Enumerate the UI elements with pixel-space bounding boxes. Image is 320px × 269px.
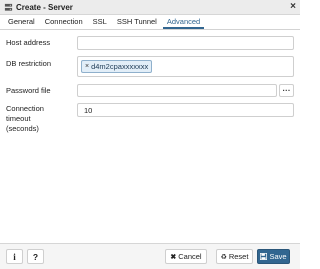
db-restriction-field[interactable]: × d4m2cpaxxxxxxx: [77, 56, 294, 77]
reset-button-label: Reset: [228, 252, 249, 261]
connection-timeout-label-line-2: timeout: [6, 114, 31, 123]
save-icon: [260, 253, 268, 260]
db-restriction-tag: × d4m2cpaxxxxxxx: [81, 60, 153, 73]
tab-general[interactable]: General: [4, 17, 39, 29]
db-restriction-tag-label: d4m2cpaxxxxxxx: [91, 62, 149, 71]
password-file-input[interactable]: [78, 85, 276, 96]
reset-button[interactable]: ♻ Reset: [216, 249, 253, 264]
password-file-label: Password file: [6, 86, 51, 95]
help-button[interactable]: ?: [27, 249, 44, 264]
close-icon: ✖: [170, 253, 177, 261]
db-restriction-label: DB restriction: [6, 59, 52, 68]
save-button-label: Save: [269, 252, 287, 261]
tab-ssh-tunnel[interactable]: SSH Tunnel: [113, 17, 161, 29]
connection-timeout-label-line-3: (seconds): [6, 124, 39, 133]
host-address-label: Host address: [6, 38, 51, 47]
connection-timeout-label-line-1: Connection: [6, 104, 44, 113]
tab-connection[interactable]: Connection: [41, 17, 87, 29]
connection-timeout-input[interactable]: [78, 104, 293, 116]
remove-tag-icon[interactable]: ×: [85, 63, 89, 70]
browse-file-button[interactable]: ···: [279, 84, 294, 97]
host-address-field: [77, 36, 294, 50]
reset-icon: ♻: [220, 253, 227, 261]
save-button[interactable]: Save: [257, 249, 290, 264]
info-icon: i: [13, 251, 16, 262]
host-address-input[interactable]: [78, 37, 293, 49]
close-dialog-button[interactable]: ×: [290, 2, 296, 12]
dialog-footer: i ? ✖ Cancel ♻ Reset Save: [0, 243, 300, 269]
cancel-button[interactable]: ✖ Cancel: [165, 249, 207, 264]
connection-timeout-label: Connection timeout (seconds): [6, 104, 44, 134]
dialog-titlebar: Create - Server ×: [0, 0, 300, 15]
password-file-field: [77, 84, 277, 97]
tab-advanced[interactable]: Advanced: [162, 17, 205, 29]
cancel-button-label: Cancel: [178, 252, 202, 261]
connection-timeout-field: [77, 103, 294, 117]
server-icon: [4, 3, 13, 11]
dialog-title: Create - Server: [16, 2, 73, 12]
info-button[interactable]: i: [6, 249, 23, 264]
tab-bar: General Connection SSL SSH Tunnel Advanc…: [0, 16, 300, 30]
tab-ssl[interactable]: SSL: [89, 17, 111, 29]
help-icon: ?: [32, 251, 39, 262]
